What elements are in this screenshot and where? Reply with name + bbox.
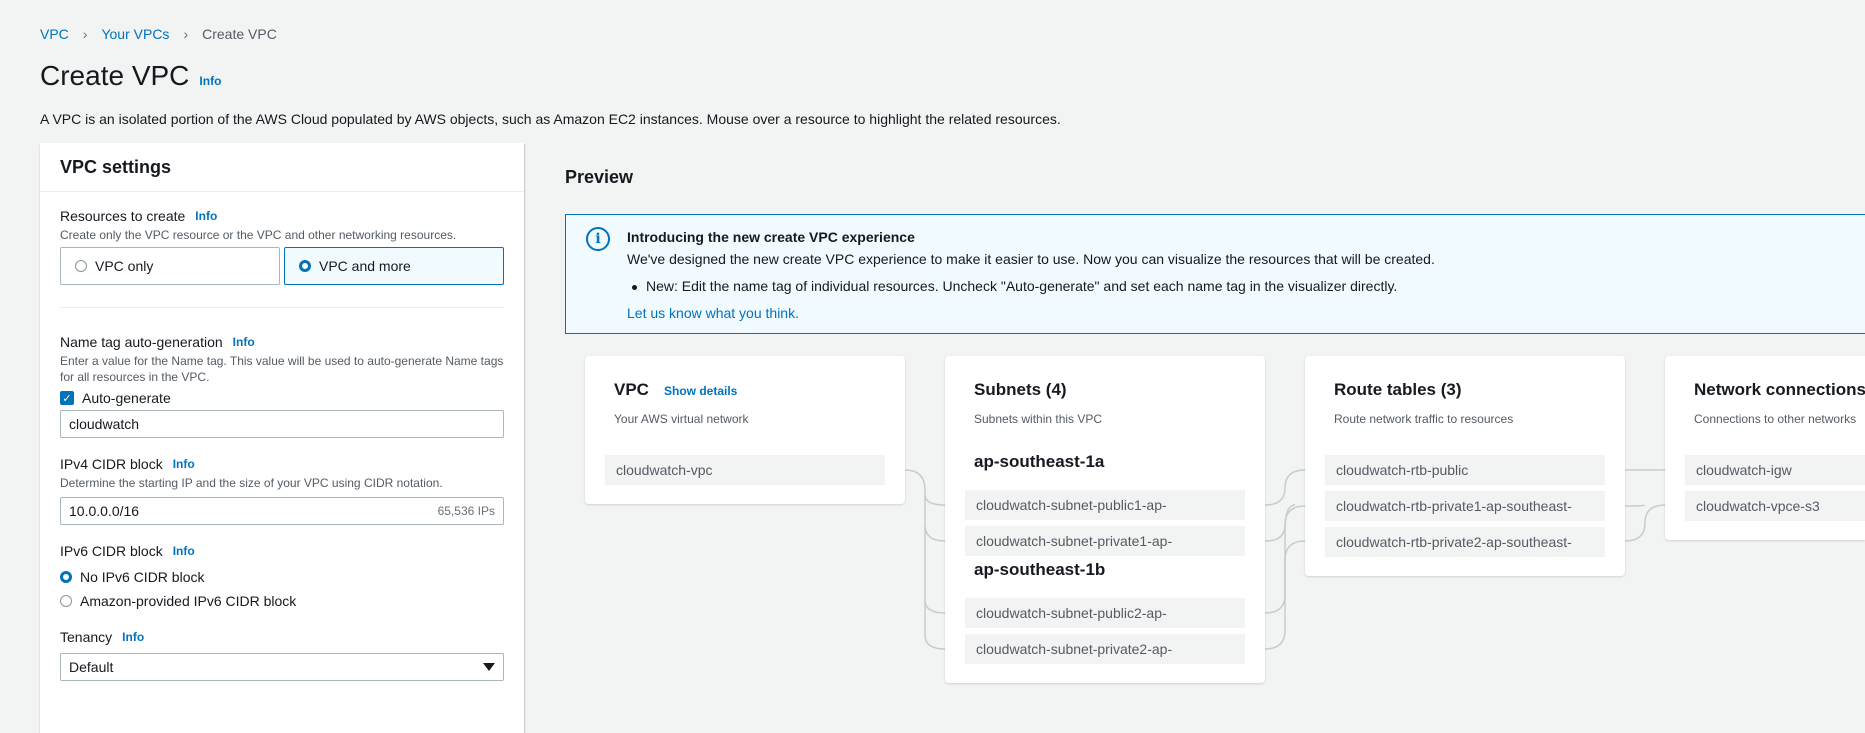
subnet-item[interactable]: cloudwatch-subnet-public1-ap- (965, 490, 1245, 520)
ipv6-info-link[interactable]: Info (173, 544, 195, 558)
flash-bullet: New: Edit the name tag of individual res… (631, 278, 1398, 294)
breadcrumb: VPC › Your VPCs › Create VPC (40, 26, 277, 42)
vpc-and-more-tile[interactable]: VPC and more (284, 247, 504, 285)
route-tables-card-title: Route tables (3) (1334, 380, 1462, 399)
tenancy-label: Tenancy (60, 629, 113, 645)
vpc-and-more-label: VPC and more (319, 258, 411, 274)
vpc-only-label: VPC only (95, 258, 154, 274)
resources-tiles: VPC only VPC and more (60, 247, 504, 285)
ipv6-label-row: IPv6 CIDR block Info (60, 543, 504, 559)
resources-section: Resources to create Info Create only the… (40, 192, 524, 308)
vpc-card: VPC Show details Your AWS virtual networ… (585, 356, 905, 504)
flash-body: We've designed the new create VPC experi… (627, 251, 1435, 267)
vpc-settings-panel: VPC settings Resources to create Info Cr… (40, 143, 524, 733)
vpc-and-more-radio[interactable] (299, 260, 311, 272)
page-title-row: Create VPC Info (40, 60, 221, 92)
ipv4-cidr-input[interactable]: 10.0.0.0/16 65,536 IPs (60, 497, 504, 525)
breadcrumb-vpc-link[interactable]: VPC (40, 26, 69, 42)
tenancy-select[interactable]: Default (60, 653, 504, 681)
network-card-subtitle: Connections to other networks (1694, 412, 1857, 426)
route-table-item[interactable]: cloudwatch-rtb-private2-ap-southeast- (1325, 527, 1605, 557)
vpc-only-tile[interactable]: VPC only (60, 247, 280, 285)
ipv6-amazon-option[interactable]: Amazon-provided IPv6 CIDR block (60, 593, 504, 609)
resources-label-row: Resources to create Info (60, 208, 504, 224)
chevron-right-icon: › (183, 26, 189, 42)
ipv4-description: Determine the starting IP and the size o… (60, 476, 443, 490)
vpc-card-subtitle: Your AWS virtual network (614, 412, 749, 426)
chevron-right-icon: › (82, 26, 88, 42)
subnets-card: Subnets (4) Subnets within this VPC ap-s… (945, 356, 1265, 683)
name-tag-input[interactable]: cloudwatch (60, 410, 504, 438)
route-table-item[interactable]: cloudwatch-rtb-public (1325, 455, 1605, 485)
name-tag-info-link[interactable]: Info (233, 335, 255, 349)
panel-title: VPC settings (60, 156, 172, 177)
feedback-link[interactable]: Let us know what you think. (627, 305, 799, 321)
tenancy-value: Default (69, 659, 114, 675)
route-tables-card: Route tables (3) Route network traffic t… (1305, 356, 1625, 576)
page-description: A VPC is an isolated portion of the AWS … (40, 111, 1061, 127)
network-card-title: Network connections (2) (1694, 380, 1865, 399)
subnets-card-title: Subnets (4) (974, 380, 1067, 399)
subnet-item[interactable]: cloudwatch-subnet-private1-ap- (965, 526, 1245, 556)
caret-down-icon (483, 663, 495, 671)
az-label: ap-southeast-1b (974, 560, 1106, 579)
route-table-item[interactable]: cloudwatch-rtb-private1-ap-southeast- (1325, 491, 1605, 521)
ipv6-label: IPv6 CIDR block (60, 543, 163, 559)
ipv4-ip-count: 65,536 IPs (437, 504, 495, 518)
ipv6-none-radio[interactable] (60, 571, 72, 583)
vpc-only-radio[interactable] (75, 260, 87, 272)
network-connection-item[interactable]: cloudwatch-igw (1685, 455, 1865, 485)
subnet-item[interactable]: cloudwatch-subnet-private2-ap- (965, 634, 1245, 664)
ipv4-label-row: IPv4 CIDR block Info (60, 456, 504, 472)
panel-header: VPC settings (40, 143, 524, 192)
subnet-item[interactable]: cloudwatch-subnet-public2-ap- (965, 598, 1245, 628)
preview-title: Preview (565, 167, 634, 187)
tenancy-info-link[interactable]: Info (122, 630, 144, 644)
vpc-card-title: VPC (614, 380, 649, 399)
tenancy-label-row: Tenancy Info (60, 629, 504, 645)
info-circle-icon: i (586, 227, 610, 251)
breadcrumb-current: Create VPC (202, 26, 277, 42)
route-tables-card-subtitle: Route network traffic to resources (1334, 412, 1514, 426)
resources-description: Create only the VPC resource or the VPC … (60, 228, 457, 242)
name-tag-description: Enter a value for the Name tag. This val… (60, 354, 504, 384)
resources-label: Resources to create (60, 208, 186, 224)
name-tag-label-row: Name tag auto-generation Info (60, 334, 504, 350)
ipv6-amazon-label: Amazon-provided IPv6 CIDR block (80, 593, 297, 609)
network-connections-card: Network connections (2) Connections to o… (1665, 356, 1865, 540)
auto-generate-row[interactable]: ✓ Auto-generate (60, 390, 504, 406)
name-tag-label: Name tag auto-generation (60, 334, 223, 350)
ipv6-none-option[interactable]: No IPv6 CIDR block (60, 569, 504, 585)
auto-generate-label: Auto-generate (82, 390, 171, 406)
ipv4-value: 10.0.0.0/16 (69, 503, 140, 519)
name-tag-section: Name tag auto-generation Info Enter a va… (40, 308, 524, 681)
subnets-card-subtitle: Subnets within this VPC (974, 412, 1103, 426)
ipv4-label: IPv4 CIDR block (60, 456, 163, 472)
auto-generate-checkbox[interactable]: ✓ (60, 391, 74, 405)
page-title: Create VPC (40, 60, 190, 91)
flash-title: Introducing the new create VPC experienc… (627, 229, 915, 245)
page-info-link[interactable]: Info (199, 74, 221, 88)
show-details-link[interactable]: Show details (664, 384, 737, 398)
breadcrumb-your-vpcs-link[interactable]: Your VPCs (101, 26, 169, 42)
ipv6-amazon-radio[interactable] (60, 595, 72, 607)
ipv6-none-label: No IPv6 CIDR block (80, 569, 205, 585)
az-label: ap-southeast-1a (974, 452, 1105, 471)
network-connection-item[interactable]: cloudwatch-vpce-s3 (1685, 491, 1865, 521)
resources-info-link[interactable]: Info (195, 209, 217, 223)
info-flashbar: i Introducing the new create VPC experie… (565, 214, 1865, 334)
name-tag-value: cloudwatch (69, 416, 140, 432)
vpc-resource-item[interactable]: cloudwatch-vpc (605, 455, 885, 485)
ipv4-info-link[interactable]: Info (173, 457, 195, 471)
